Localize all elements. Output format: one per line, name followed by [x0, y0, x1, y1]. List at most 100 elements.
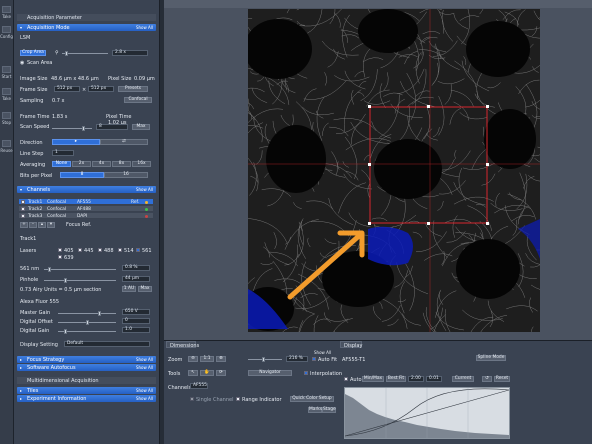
channel-swatch[interactable]: AF555 [190, 383, 208, 389]
software-autofocus-show-all[interactable]: Show All [136, 365, 153, 370]
zoom-out-button[interactable]: ⊖ [188, 356, 198, 362]
acquisition-mode-header[interactable]: ▾ Acquisition Mode Show All [17, 24, 156, 31]
take-icon[interactable] [2, 6, 11, 13]
zoom-in-button[interactable]: ⊕ [216, 356, 226, 362]
undo-icon[interactable]: ↺ [482, 376, 492, 382]
take-icon-2[interactable] [2, 88, 11, 95]
tiles-header[interactable]: ▸ Tiles Show All [17, 387, 156, 394]
config-icon[interactable] [2, 26, 11, 33]
best-fit-button[interactable]: Best Fit [386, 376, 406, 382]
software-autofocus-header[interactable]: ▸ Software Autofocus Show All [17, 364, 156, 371]
scan-area-radio-icon[interactable]: ◉ [20, 60, 24, 66]
range-indicator-checkbox[interactable] [236, 397, 240, 401]
direction-forward[interactable]: ▸ [52, 139, 100, 145]
zoom-slider[interactable] [62, 51, 108, 56]
histogram[interactable] [344, 387, 510, 439]
start-icon[interactable] [2, 66, 11, 73]
show-all-toggle[interactable]: Show All [136, 25, 153, 30]
laser-445-checkbox[interactable] [78, 248, 82, 252]
averaging-option-2[interactable]: 4x [92, 161, 111, 167]
bits-option-16[interactable]: 16 [104, 172, 148, 178]
scan-speed-max-button[interactable]: Max [132, 124, 150, 130]
offset-field[interactable]: 0.01 [426, 376, 442, 382]
quick-color-setup-button[interactable]: Quick Color Setup [290, 396, 334, 402]
frame-size-x-field[interactable]: 512 px [54, 86, 80, 92]
tiles-show-all[interactable]: Show All [136, 388, 153, 393]
single-channel-checkbox[interactable] [190, 397, 194, 401]
interpolation-checkbox[interactable] [304, 371, 308, 375]
remove-track-button[interactable]: – [29, 222, 37, 228]
dimensions-show-all[interactable]: Show All [314, 350, 331, 355]
direction-bidirectional[interactable]: ⇄ [100, 139, 148, 145]
hand-tool-button[interactable]: ✋ [200, 370, 214, 376]
zoom-field[interactable]: 2.8 x [112, 50, 148, 56]
track-row-2[interactable]: Track2 Confocal AF488 [19, 206, 153, 212]
reset-button[interactable]: Reset [494, 376, 510, 382]
image-zoom-slider[interactable] [248, 357, 282, 362]
laser-power-slider[interactable] [44, 267, 116, 272]
rotate-tool-button[interactable]: ⟳ [216, 370, 226, 376]
master-gain-slider[interactable] [58, 311, 116, 316]
track1-checkbox[interactable] [21, 200, 25, 204]
laser-power-field[interactable]: 0.8 % [122, 265, 150, 271]
image-zoom-field[interactable]: 216 % [286, 356, 308, 362]
frame-size-y-field[interactable]: 512 px [88, 86, 114, 92]
track3-color-dot[interactable] [145, 214, 148, 218]
digital-gain-field[interactable]: 1.0 [122, 327, 150, 333]
min-max-button[interactable]: Min/Max [362, 376, 384, 382]
current-select[interactable]: Current [452, 376, 474, 382]
track3-checkbox[interactable] [21, 214, 25, 218]
zoom-fit-button[interactable]: 1:1 [200, 356, 214, 362]
stop-icon[interactable] [2, 112, 11, 119]
pinhole-slider[interactable] [44, 278, 116, 283]
pinhole-1au-button[interactable]: 1 AU [122, 286, 136, 292]
experiment-info-show-all[interactable]: Show All [136, 396, 153, 401]
frame-size-presets[interactable]: Presets [118, 86, 148, 92]
laser-639-checkbox[interactable] [58, 255, 62, 259]
confocal-button[interactable]: Confocal [124, 97, 152, 103]
channels-header[interactable]: ▾ Channels Show All [17, 186, 156, 193]
bits-option-8[interactable]: 8 [60, 172, 104, 178]
track-row-1[interactable]: Track1 Confocal AF555 Ref. [19, 199, 153, 205]
focus-strategy-header[interactable]: ▸ Focus Strategy Show All [17, 356, 156, 363]
stage-button[interactable]: Stage [322, 407, 336, 413]
navigator-button[interactable]: Navigator [248, 370, 292, 376]
pinhole-max-button[interactable]: Max [138, 286, 152, 292]
tab-display[interactable]: Display [340, 341, 362, 349]
digital-gain-slider[interactable] [58, 329, 116, 334]
digital-offset-slider[interactable] [58, 320, 116, 325]
pointer-tool-button[interactable]: ↖ [188, 370, 198, 376]
auto-checkbox[interactable] [344, 377, 348, 381]
marks-button[interactable]: Marks [308, 407, 322, 413]
pinhole-field[interactable]: 44 µm [122, 276, 150, 282]
master-gain-field[interactable]: 650 V [122, 309, 150, 315]
laser-561-checkbox[interactable] [136, 248, 140, 252]
acquisition-parameter-header[interactable]: Acquisition Parameter [17, 14, 156, 21]
scan-speed-slider[interactable] [52, 126, 92, 131]
averaging-option-3[interactable]: 8x [112, 161, 131, 167]
digital-offset-field[interactable]: 0 [122, 318, 150, 324]
averaging-option-1[interactable]: 2x [72, 161, 91, 167]
spline-mode-button[interactable]: Spline Mode [476, 355, 506, 361]
auto-fit-checkbox[interactable] [312, 357, 316, 361]
display-setting-select[interactable]: Default [64, 341, 150, 347]
reuse-icon[interactable] [2, 140, 11, 147]
averaging-option-4[interactable]: 16x [132, 161, 151, 167]
multidimensional-header[interactable]: Multidimensional Acquisition [17, 377, 156, 384]
averaging-option-0[interactable]: None [52, 161, 71, 167]
microscopy-image[interactable] [248, 9, 540, 332]
gamma-field[interactable]: 2.00 [408, 376, 424, 382]
channels-show-all[interactable]: Show All [136, 187, 153, 192]
line-step-field[interactable]: 1 [52, 150, 74, 156]
laser-514-checkbox[interactable] [118, 248, 122, 252]
laser-405-checkbox[interactable] [58, 248, 62, 252]
laser-488-checkbox[interactable] [98, 248, 102, 252]
track2-checkbox[interactable] [21, 207, 25, 211]
focus-strategy-show-all[interactable]: Show All [136, 357, 153, 362]
move-up-button[interactable]: ▴ [38, 222, 46, 228]
experiment-info-header[interactable]: ▸ Experiment Information Show All [17, 395, 156, 402]
crop-area-button[interactable]: Crop Area [20, 50, 46, 56]
track-row-3[interactable]: Track3 Confocal DAPI [19, 213, 153, 219]
tab-dimensions[interactable]: Dimensions [166, 341, 199, 349]
scan-speed-field[interactable]: 8 [96, 124, 128, 130]
